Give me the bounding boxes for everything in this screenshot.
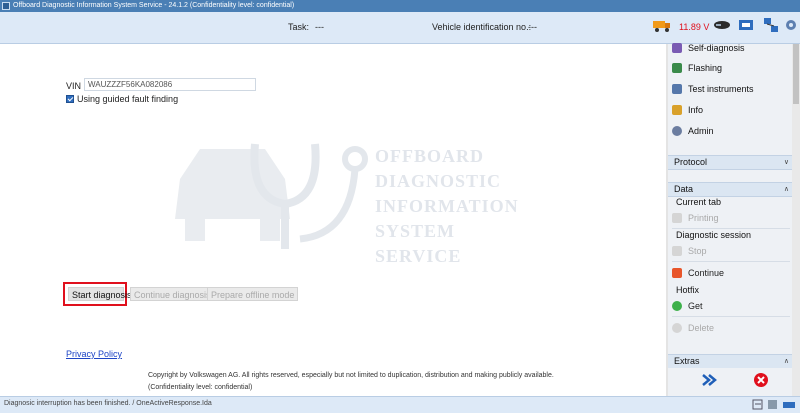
get-hotfix-button[interactable]: Get <box>672 297 790 314</box>
app-icon <box>2 2 10 10</box>
usb-connection-icon[interactable] <box>738 18 754 32</box>
truck-icon[interactable] <box>652 17 672 33</box>
delete-icon <box>672 322 682 333</box>
vin-header-value: --- <box>528 22 537 32</box>
main-panel: VIN WAUZZZF56KA082086 Using guided fault… <box>0 44 666 396</box>
divider <box>672 316 790 317</box>
vci-device-icon[interactable] <box>713 19 731 31</box>
self-diagnosis-icon <box>672 42 682 53</box>
extras-section-header[interactable]: Extras ∧ <box>668 354 792 369</box>
voltage-readout: 11.89 V <box>679 22 710 32</box>
guided-checkbox[interactable] <box>66 95 74 103</box>
export-icon[interactable] <box>752 399 763 410</box>
guided-label: Using guided fault finding <box>77 94 179 104</box>
window-titlebar: Offboard Diagnostic Information System S… <box>0 0 800 12</box>
network-icon[interactable] <box>763 17 779 33</box>
car-status-icon[interactable] <box>782 399 796 410</box>
close-exit-icon[interactable] <box>753 372 769 388</box>
hotfix-label: Hotfix <box>676 285 700 295</box>
printing-button[interactable]: Printing <box>672 209 790 226</box>
data-section-header[interactable]: Data ∧ <box>668 182 792 197</box>
stop-button[interactable]: Stop <box>672 242 790 259</box>
prepare-offline-mode-button[interactable]: Prepare offline mode <box>207 287 299 301</box>
chevron-down-icon: ∨ <box>783 159 789 166</box>
continue-diagnosis-button[interactable]: Continue diagnosis <box>130 287 215 301</box>
continue-session-button[interactable]: Continue <box>672 264 790 281</box>
car-stethoscope-watermark <box>175 143 368 249</box>
test-instruments-icon <box>672 83 682 94</box>
task-value: --- <box>315 22 324 32</box>
sidebar-item-admin[interactable]: Admin <box>672 123 790 138</box>
vin-header-label: Vehicle identification no.: <box>432 22 532 32</box>
chevron-up-icon: ∧ <box>783 186 789 193</box>
scrollbar-thumb[interactable] <box>793 44 799 104</box>
start-diagnosis-button[interactable]: Start diagnosis <box>68 287 132 301</box>
copyright-line: Copyright by Volkswagen AG. All rights r… <box>148 372 554 379</box>
guided-fault-finding-option[interactable]: Using guided fault finding <box>66 94 178 104</box>
admin-icon <box>672 125 682 136</box>
sidebar-item-flashing[interactable]: Flashing <box>672 60 790 75</box>
current-tab-label: Current tab <box>676 197 722 207</box>
confidentiality-line: (Confidentiality level: confidential) <box>148 384 253 391</box>
watermark-text: OFFBOARD DIAGNOSTIC INFORMATION SYSTEM S… <box>375 146 519 266</box>
sidebar-item-info[interactable]: Info <box>672 102 790 117</box>
chevron-up-icon: ∧ <box>783 358 789 365</box>
sidebar-scrollbar[interactable] <box>792 44 800 396</box>
window-icon[interactable] <box>767 399 778 410</box>
protocol-section-header[interactable]: Protocol ∨ <box>668 155 792 170</box>
vin-input[interactable]: WAUZZZF56KA082086 <box>84 78 256 91</box>
divider <box>672 261 790 262</box>
continue-icon <box>672 267 682 278</box>
sidebar-item-test-instruments[interactable]: Test instruments <box>672 81 790 96</box>
bottom-navigation <box>668 368 792 396</box>
copyright-notice: Copyright by Volkswagen AG. All rights r… <box>148 370 554 394</box>
window-title: Offboard Diagnostic Information System S… <box>13 2 295 9</box>
task-label: Task: <box>288 22 310 32</box>
status-bar: Diagnosic interruption has been finished… <box>0 396 800 413</box>
sidebar: Self-diagnosis Flashing Test instruments… <box>668 42 792 396</box>
sidebar-item-self-diagnosis[interactable]: Self-diagnosis <box>672 40 790 55</box>
vin-label: VIN <box>66 81 82 91</box>
get-globe-icon <box>672 300 682 311</box>
settings-gear-icon[interactable] <box>784 17 798 33</box>
stop-icon <box>672 245 682 256</box>
status-message: Diagnosic interruption has been finished… <box>4 400 212 407</box>
printer-icon <box>672 212 682 223</box>
flashing-icon <box>672 62 682 73</box>
delete-hotfix-button[interactable]: Delete <box>672 319 790 336</box>
privacy-policy-link[interactable]: Privacy Policy <box>66 349 122 359</box>
forward-double-arrow-icon[interactable] <box>701 372 717 388</box>
diagnostic-session-label: Diagnostic session <box>676 230 752 240</box>
info-icon <box>672 104 682 115</box>
divider <box>672 228 790 229</box>
